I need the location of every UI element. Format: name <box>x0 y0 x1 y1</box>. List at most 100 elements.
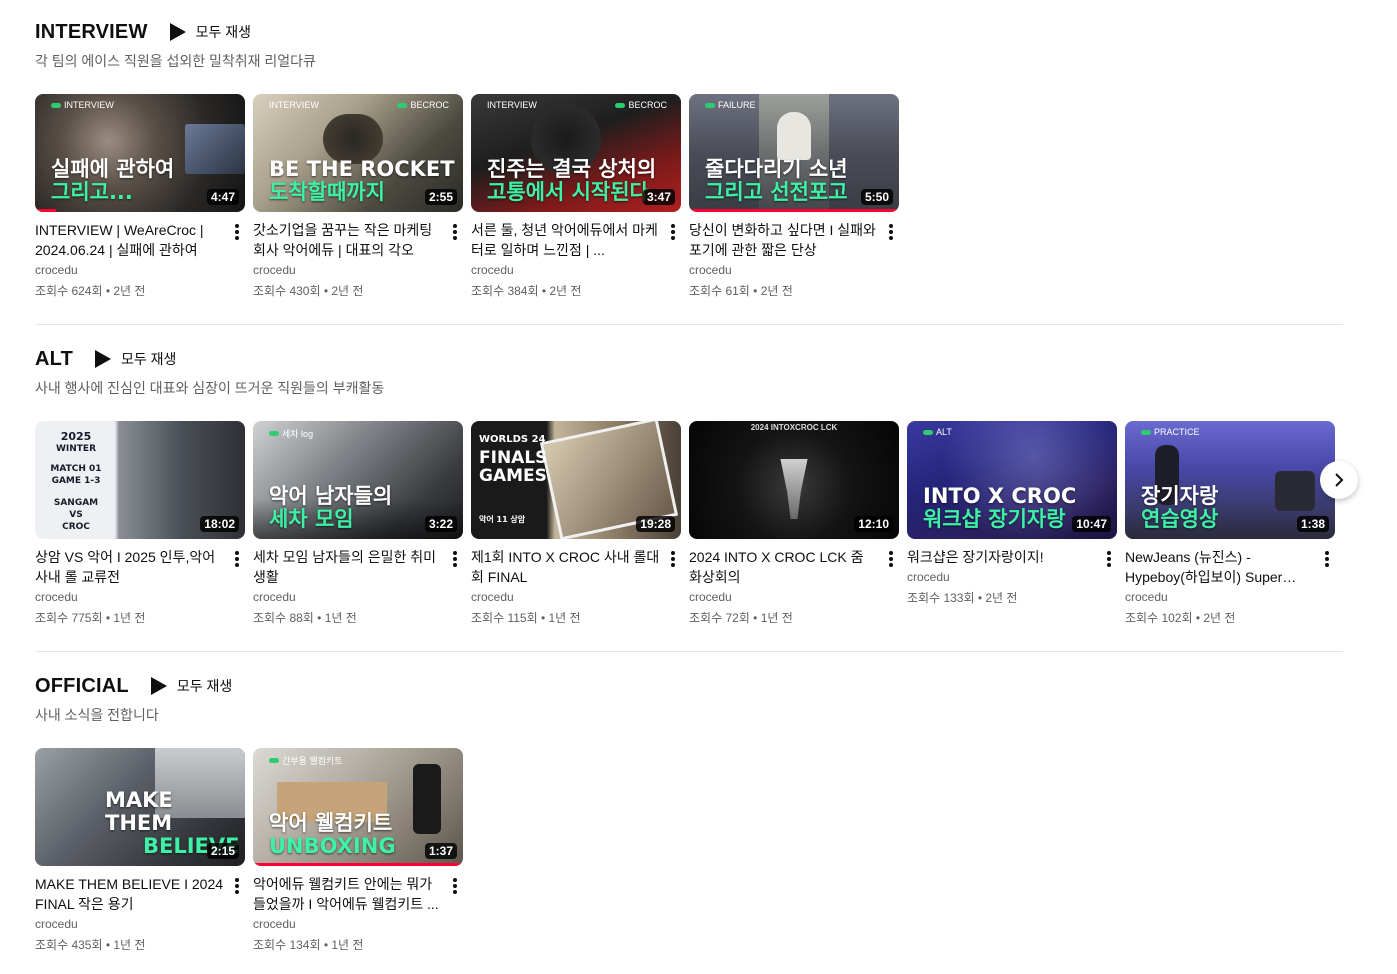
thumbnail-line2: 고통에서 시작된다 <box>487 180 649 204</box>
more-options-icon[interactable] <box>665 547 681 571</box>
shelf-official: OFFICIAL 모두 재생 사내 소식을 전합니다 MAKE THEM BELI… <box>35 672 1343 952</box>
thumbnail-top-text: 2024 INTOXCROC LCK <box>750 423 838 432</box>
more-options-icon[interactable] <box>229 874 245 898</box>
video-title[interactable]: 당신이 변화하고 싶다면 I 실패와 포기에 관한 짧은 단상 <box>689 220 879 260</box>
channel-name[interactable]: crocedu <box>689 590 879 604</box>
side-text-5: SANGAM <box>53 498 99 508</box>
video-thumbnail[interactable]: PRACTICE 장기자랑 연습영상 1:38 <box>1125 421 1335 539</box>
video-thumbnail[interactable]: 2025 WINTER MATCH 01 GAME 1-3 SANGAM VS … <box>35 421 245 539</box>
channel-name[interactable]: crocedu <box>253 263 443 277</box>
video-thumbnail[interactable]: INTERVIEW 실패에 관하여 그리고... 4:47 <box>35 94 245 212</box>
shelf-title[interactable]: INTERVIEW <box>35 21 148 44</box>
side-text-1: 2025 <box>60 430 92 443</box>
video-stats: 조회수 61회 • 2년 전 <box>689 284 793 298</box>
more-options-icon[interactable] <box>1319 547 1335 571</box>
video-title[interactable]: NewJeans (뉴진스) - Hypeboy(하입보이) Super Sh.… <box>1125 547 1315 587</box>
side-text-2: FINALS <box>479 448 548 468</box>
video-title[interactable]: 상암 VS 악어 I 2025 인투,악어 사내 롤 교류전 <box>35 547 225 587</box>
more-options-icon[interactable] <box>883 547 899 571</box>
channel-name[interactable]: crocedu <box>471 590 661 604</box>
video-thumbnail[interactable]: WORLDS 24 FINALS GAMES 악어 11 상암 19:28 <box>471 421 681 539</box>
shelf-alt: ALT 모두 재생 사내 행사에 진심인 대표와 심장이 뜨거운 직원들의 부캐… <box>35 345 1343 625</box>
channel-name[interactable]: crocedu <box>1125 590 1315 604</box>
duration-badge: 3:22 <box>424 516 457 532</box>
channel-name[interactable]: crocedu <box>35 917 225 931</box>
video-card: FAILURE 줄다다리기 소년 그리고 선전포고 5:50 당신이 변화하고 싶… <box>689 94 899 299</box>
duration-badge: 1:37 <box>424 843 457 859</box>
more-options-icon[interactable] <box>883 220 899 244</box>
channel-name[interactable]: crocedu <box>35 263 225 277</box>
duration-badge: 18:02 <box>200 516 239 532</box>
shelf-divider <box>35 324 1343 325</box>
more-options-icon[interactable] <box>229 547 245 571</box>
video-thumbnail[interactable]: INTERVIEW BECROC BE THE ROCKET 도착할때까지 2:5… <box>253 94 463 212</box>
video-row: MAKE THEM BELIEVE 2:15 MAKE THEM BELIEVE … <box>35 748 1343 958</box>
channel-name[interactable]: crocedu <box>253 590 443 604</box>
thumbnail-line2: 워크샵 장기자랑 <box>923 507 1066 531</box>
duration-badge: 2:15 <box>206 843 239 859</box>
video-thumbnail[interactable]: ALT INTO X CROC 워크샵 장기자랑 10:47 <box>907 421 1117 539</box>
channel-name[interactable]: crocedu <box>907 570 1097 584</box>
video-title[interactable]: 서른 둘, 청년 악어에듀에서 마케터로 일하며 느낀점 | ... <box>471 220 661 260</box>
video-title[interactable]: 제1회 INTO X CROC 사내 롤대회 FINAL <box>471 547 661 587</box>
thumbnail-tag: INTERVIEW <box>487 100 537 110</box>
duration-badge: 12:10 <box>854 516 893 532</box>
shelf-description: 사내 행사에 진심인 대표와 심장이 뜨거운 직원들의 부캐활동 <box>35 380 385 396</box>
video-title[interactable]: INTERVIEW | WeAreCroc | 2024.06.24 | 실패에… <box>35 220 225 260</box>
video-title[interactable]: 악어에듀 웰컴키트 안에는 뭐가 들었을까 I 악어에듀 웰컴키트 ... <box>253 874 443 914</box>
more-options-icon[interactable] <box>229 220 245 244</box>
play-icon <box>150 677 167 695</box>
shelf-divider <box>35 651 1343 652</box>
video-title[interactable]: MAKE THEM BELIEVE I 2024 FINAL 작은 용기 <box>35 874 225 914</box>
video-thumbnail[interactable]: 세차 log 악어 남자들의 세차 모임 3:22 <box>253 421 463 539</box>
shelf-interview: INTERVIEW 모두 재생 각 팀의 에이스 직원을 섭외한 밀착취재 리얼… <box>35 18 1343 298</box>
more-options-icon[interactable] <box>447 874 463 898</box>
thumbnail-line1: 장기자랑 <box>1141 484 1219 508</box>
video-thumbnail[interactable]: 간부용 웰컴키트 악어 웰컴키트 UNBOXING 1:37 <box>253 748 463 866</box>
more-options-icon[interactable] <box>447 220 463 244</box>
play-icon <box>169 23 186 41</box>
play-all-label: 모두 재생 <box>195 24 251 40</box>
video-thumbnail[interactable]: MAKE THEM BELIEVE 2:15 <box>35 748 245 866</box>
shelf-description: 사내 소식을 전합니다 <box>35 707 159 723</box>
shelf-title[interactable]: ALT <box>35 348 73 371</box>
channel-name[interactable]: crocedu <box>253 917 443 931</box>
video-title[interactable]: 워크샵은 장기자랑이지! <box>907 547 1097 567</box>
more-options-icon[interactable] <box>665 220 681 244</box>
thumbnail-line2: 연습영상 <box>1141 507 1219 531</box>
video-card: 2024 INTOXCROC LCK 12:10 2024 INTO X CRO… <box>689 421 899 626</box>
side-text-3: MATCH 01 <box>50 464 102 474</box>
play-all-button[interactable]: 모두 재생 <box>150 676 232 696</box>
video-title[interactable]: 세차 모임 남자들의 은밀한 취미생활 <box>253 547 443 587</box>
video-stats: 조회수 775회 • 1년 전 <box>35 611 146 625</box>
thumbnail-tag-right: BECROC <box>628 100 667 110</box>
video-thumbnail[interactable]: INTERVIEW BECROC 진주는 결국 상처의 고통에서 시작된다 3:4… <box>471 94 681 212</box>
more-options-icon[interactable] <box>1101 547 1117 571</box>
video-card: ALT INTO X CROC 워크샵 장기자랑 10:47 워크샵은 장기자랑이… <box>907 421 1117 606</box>
channel-name[interactable]: crocedu <box>689 263 879 277</box>
video-stats: 조회수 102회 • 2년 전 <box>1125 611 1236 625</box>
video-stats: 조회수 430회 • 2년 전 <box>253 284 364 298</box>
thumbnail-line2: 그리고... <box>51 180 133 204</box>
play-all-label: 모두 재생 <box>121 351 177 367</box>
video-title[interactable]: 갓소기업을 꿈꾸는 작은 마케팅 회사 악어에듀 | 대표의 각오 <box>253 220 443 260</box>
video-stats: 조회수 72회 • 1년 전 <box>689 611 793 625</box>
watch-progress-bar <box>35 209 56 212</box>
video-thumbnail[interactable]: 2024 INTOXCROC LCK 12:10 <box>689 421 899 539</box>
next-arrow-button[interactable] <box>1320 461 1358 499</box>
play-all-button[interactable]: 모두 재생 <box>169 22 251 42</box>
video-card: INTERVIEW 실패에 관하여 그리고... 4:47 INTERVIEW |… <box>35 94 245 299</box>
side-text-6: VS <box>69 510 83 520</box>
duration-badge: 19:28 <box>636 516 675 532</box>
video-card: WORLDS 24 FINALS GAMES 악어 11 상암 19:28 제1… <box>471 421 681 626</box>
thumbnail-line1: 줄다다리기 소년 <box>705 157 848 181</box>
play-all-button[interactable]: 모두 재생 <box>95 349 176 369</box>
video-title[interactable]: 2024 INTO X CROC LCK 줌 화상회의 <box>689 547 879 587</box>
shelf-title[interactable]: OFFICIAL <box>35 675 129 698</box>
thumbnail-line1: 실패에 관하여 <box>51 157 175 181</box>
more-options-icon[interactable] <box>447 547 463 571</box>
video-thumbnail[interactable]: FAILURE 줄다다리기 소년 그리고 선전포고 5:50 <box>689 94 899 212</box>
channel-name[interactable]: crocedu <box>35 590 225 604</box>
chevron-right-icon <box>1335 473 1344 487</box>
channel-name[interactable]: crocedu <box>471 263 661 277</box>
